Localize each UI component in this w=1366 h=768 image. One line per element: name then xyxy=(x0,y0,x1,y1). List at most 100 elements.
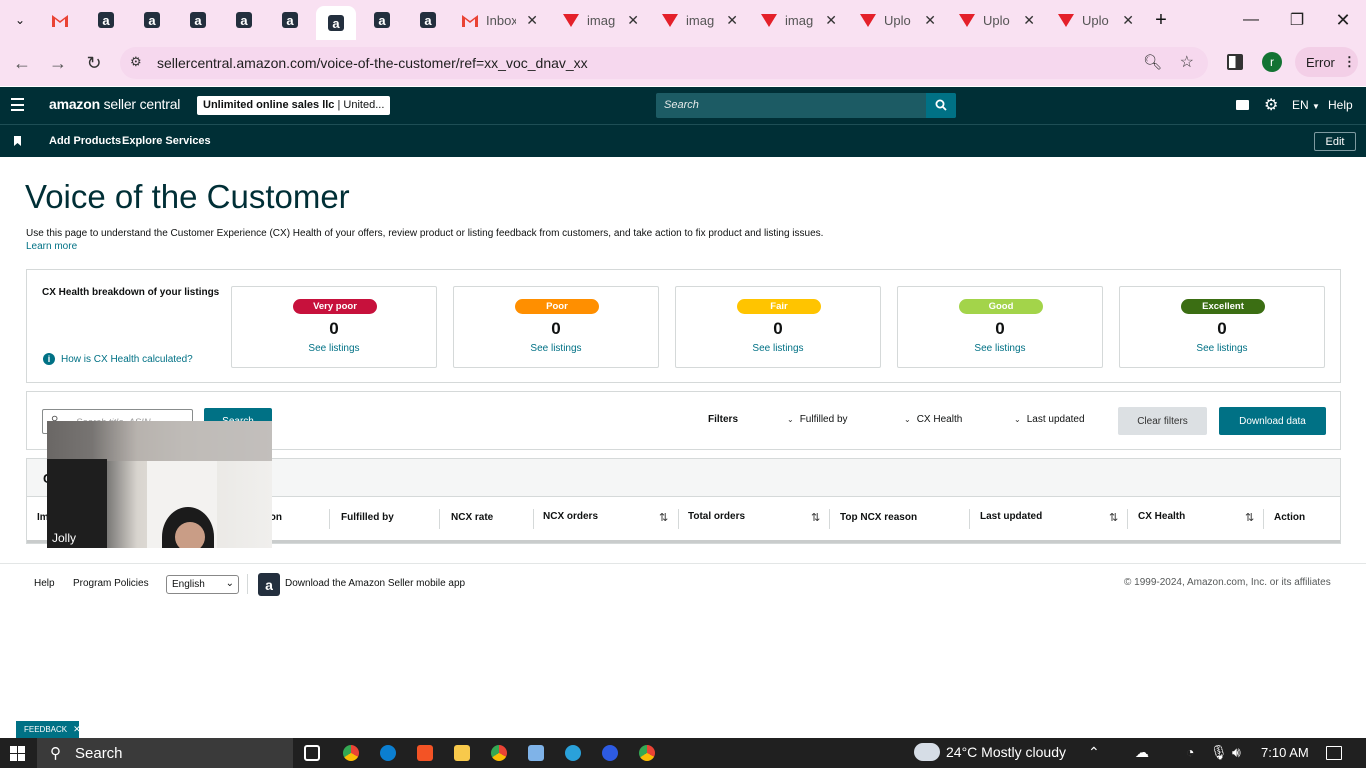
restore-button[interactable]: ❐ xyxy=(1274,0,1320,40)
close-tab-icon[interactable]: ✕ xyxy=(1122,12,1134,29)
see-listings-link[interactable]: See listings xyxy=(1120,343,1324,354)
column-last-updated[interactable]: Last updated xyxy=(980,511,1042,522)
learn-more-link[interactable]: Learn more xyxy=(26,241,77,252)
side-panel-icon[interactable] xyxy=(1227,54,1243,70)
show-hidden-icons[interactable]: ⌃ xyxy=(1088,744,1100,761)
chrome-icon[interactable] xyxy=(491,745,507,761)
account-switcher[interactable]: Unlimited online sales llc | United... xyxy=(197,96,391,115)
sort-icon[interactable]: ⇅ xyxy=(811,511,820,524)
column-ncx-rate[interactable]: NCX rate xyxy=(451,512,493,523)
cx-health-calc-link[interactable]: i How is CX Health calculated? xyxy=(43,353,193,365)
column-fulfilled-by[interactable]: Fulfilled by xyxy=(341,512,394,523)
fulfilled-by-filter[interactable]: ⌄ Fulfilled by xyxy=(787,414,848,425)
tab-amazon-active[interactable]: a xyxy=(316,6,356,40)
weather-text[interactable]: 24°C Mostly cloudy xyxy=(946,744,1066,760)
bookmark-icon[interactable] xyxy=(14,136,21,146)
last-updated-filter[interactable]: ⌄ Last updated xyxy=(1014,414,1085,425)
wifi-icon[interactable]: ◔ xyxy=(1186,744,1194,760)
column-ncx-orders[interactable]: NCX orders xyxy=(543,511,598,522)
close-tab-icon[interactable]: ✕ xyxy=(627,12,639,29)
notepad-icon[interactable] xyxy=(528,745,544,761)
close-tab-icon[interactable]: ✕ xyxy=(1023,12,1035,29)
new-tab-button[interactable]: + xyxy=(1150,6,1172,34)
close-window-button[interactable]: ✕ xyxy=(1320,0,1366,40)
tab-amazon[interactable]: a xyxy=(278,6,302,34)
tab-amazon[interactable]: a xyxy=(232,6,256,34)
close-tab-icon[interactable]: ✕ xyxy=(924,12,936,29)
seller-search-input[interactable]: Search xyxy=(656,93,956,118)
see-listings-link[interactable]: See listings xyxy=(676,343,880,354)
hamburger-menu-icon[interactable] xyxy=(11,98,24,111)
tab-gmail[interactable] xyxy=(48,6,72,34)
volume-icon[interactable]: 🔊︎ xyxy=(1232,744,1241,761)
tab-upload[interactable]: Uplo ✕ xyxy=(852,6,944,34)
forward-button[interactable]: → xyxy=(44,49,72,77)
see-listings-link[interactable]: See listings xyxy=(454,343,658,354)
subnav-add-products[interactable]: Add Products xyxy=(49,135,121,147)
search-button[interactable] xyxy=(926,93,956,118)
column-total-orders[interactable]: Total orders xyxy=(688,511,745,522)
download-data-button[interactable]: Download data xyxy=(1219,407,1326,435)
task-view-icon[interactable] xyxy=(304,745,320,761)
reload-button[interactable]: ↻ xyxy=(80,49,108,77)
feedback-button[interactable]: FEEDBACK ✕ xyxy=(16,721,81,738)
footer-program-policies-link[interactable]: Program Policies xyxy=(73,578,149,589)
tab-image[interactable]: imag ✕ xyxy=(555,6,647,34)
edit-nav-button[interactable]: Edit xyxy=(1314,132,1356,151)
microphone-icon[interactable]: 🎙︎ xyxy=(1210,744,1228,761)
settings-gear-icon[interactable]: ⚙ xyxy=(1264,95,1278,115)
video-call-overlay[interactable]: Jolly xyxy=(47,421,272,548)
sort-icon[interactable]: ⇅ xyxy=(1109,511,1118,524)
telegram-icon[interactable] xyxy=(565,745,581,761)
chrome-icon[interactable] xyxy=(639,745,655,761)
seller-central-logo[interactable]: amazon seller central xyxy=(49,96,180,112)
see-listings-link[interactable]: See listings xyxy=(898,343,1102,354)
edge-icon[interactable] xyxy=(380,745,396,761)
sort-icon[interactable]: ⇅ xyxy=(1245,511,1254,524)
site-info-icon[interactable]: ⚙ xyxy=(130,54,142,70)
column-top-ncx-reason[interactable]: Top NCX reason xyxy=(840,512,917,523)
tab-amazon[interactable]: a xyxy=(416,6,440,34)
zoom-icon[interactable] xyxy=(602,745,618,761)
tab-inbox[interactable]: Inbox ✕ xyxy=(454,6,546,34)
language-selector[interactable]: EN ▼ xyxy=(1292,98,1320,112)
chrome-icon[interactable] xyxy=(343,745,359,761)
sort-icon[interactable]: ⇅ xyxy=(659,511,668,524)
browser-error-button[interactable]: Error ⋮ xyxy=(1295,47,1358,77)
profile-avatar[interactable]: r xyxy=(1262,52,1282,72)
taskbar-search[interactable]: ⚲ Search xyxy=(37,738,293,768)
tab-search-button[interactable]: ⌄ xyxy=(8,6,32,34)
download-app-link[interactable]: Download the Amazon Seller mobile app xyxy=(285,578,465,589)
notification-icon[interactable] xyxy=(1326,746,1342,760)
mail-icon[interactable] xyxy=(1236,100,1249,110)
see-listings-link[interactable]: See listings xyxy=(232,343,436,354)
close-tab-icon[interactable]: ✕ xyxy=(825,12,837,29)
clear-filters-button[interactable]: Clear filters xyxy=(1118,407,1207,435)
footer-language-select[interactable]: English ⌄ xyxy=(166,575,239,594)
cx-health-filter[interactable]: ⌄ CX Health xyxy=(904,414,962,425)
footer-help-link[interactable]: Help xyxy=(34,578,55,589)
minimize-button[interactable]: — xyxy=(1228,0,1274,40)
close-icon[interactable]: ✕ xyxy=(73,724,81,735)
tab-amazon[interactable]: a xyxy=(186,6,210,34)
address-bar[interactable]: ⚙ sellercentral.amazon.com/voice-of-the-… xyxy=(120,47,1208,79)
column-cx-health[interactable]: CX Health xyxy=(1138,511,1185,522)
back-button[interactable]: ← xyxy=(8,49,36,77)
store-icon[interactable] xyxy=(417,745,433,761)
windows-start-icon[interactable] xyxy=(10,746,25,761)
tab-amazon[interactable]: a xyxy=(140,6,164,34)
file-explorer-icon[interactable] xyxy=(454,745,470,761)
tab-upload[interactable]: Uplo ✕ xyxy=(951,6,1043,34)
close-tab-icon[interactable]: ✕ xyxy=(726,12,738,29)
tab-image[interactable]: imag ✕ xyxy=(654,6,746,34)
close-tab-icon[interactable]: ✕ xyxy=(526,12,538,29)
tab-image[interactable]: imag ✕ xyxy=(753,6,845,34)
tab-amazon[interactable]: a xyxy=(370,6,394,34)
bookmark-star-icon[interactable]: ☆ xyxy=(1180,52,1194,72)
help-link[interactable]: Help xyxy=(1328,98,1353,112)
clock[interactable]: 7:10 AM xyxy=(1261,745,1309,760)
subnav-explore-services[interactable]: Explore Services xyxy=(122,135,211,147)
zoom-icon[interactable]: 🔍︎ xyxy=(1143,53,1162,71)
tab-amazon[interactable]: a xyxy=(94,6,118,34)
onedrive-icon[interactable]: ☁ xyxy=(1135,744,1149,761)
